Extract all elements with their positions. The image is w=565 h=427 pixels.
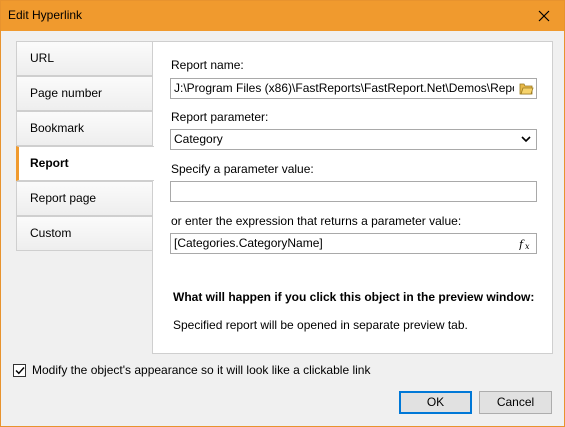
- tab-report-page[interactable]: Report page: [16, 181, 153, 216]
- cancel-button[interactable]: Cancel: [479, 391, 552, 414]
- report-parameter-label: Report parameter:: [171, 110, 269, 124]
- tab-url[interactable]: URL: [16, 41, 153, 76]
- info-text: Specified report will be opened in separ…: [173, 318, 468, 332]
- function-icon: f x: [519, 238, 530, 250]
- window-title: Edit Hyperlink: [8, 8, 83, 22]
- browse-folder-button[interactable]: [517, 80, 535, 97]
- modify-appearance-label: Modify the object's appearance so it wil…: [32, 363, 371, 377]
- report-tab-panel: Report name: J:\Program Files (x86)\Fast…: [152, 41, 553, 354]
- close-button[interactable]: [524, 1, 564, 31]
- tab-custom[interactable]: Custom: [16, 216, 153, 251]
- parameter-value-label: Specify a parameter value:: [171, 162, 314, 176]
- report-parameter-value: Category: [174, 132, 223, 146]
- report-name-field[interactable]: J:\Program Files (x86)\FastReports\FastR…: [170, 78, 537, 99]
- report-parameter-select[interactable]: Category: [170, 129, 537, 150]
- checkmark-icon: [15, 366, 25, 374]
- tab-report[interactable]: Report: [16, 146, 154, 181]
- edit-hyperlink-dialog: Edit Hyperlink URL Page number Bookmark …: [0, 0, 565, 427]
- report-name-label: Report name:: [171, 58, 244, 72]
- close-icon: [538, 10, 550, 22]
- parameter-value-input[interactable]: [170, 181, 537, 202]
- ok-button[interactable]: OK: [399, 391, 472, 414]
- modify-appearance-checkbox[interactable]: [13, 363, 26, 377]
- expression-value: [Categories.CategoryName]: [174, 236, 323, 250]
- report-name-value: J:\Program Files (x86)\FastReports\FastR…: [174, 81, 514, 95]
- modify-appearance-option[interactable]: Modify the object's appearance so it wil…: [13, 363, 370, 377]
- expression-label: or enter the expression that returns a p…: [171, 214, 462, 228]
- tab-page-number[interactable]: Page number: [16, 76, 153, 111]
- dropdown-button[interactable]: [517, 131, 535, 148]
- tab-bookmark[interactable]: Bookmark: [16, 111, 153, 146]
- expression-input[interactable]: [Categories.CategoryName] f x: [170, 233, 537, 254]
- info-heading: What will happen if you click this objec…: [173, 290, 535, 304]
- chevron-down-icon: [521, 136, 531, 143]
- folder-icon: [519, 83, 534, 95]
- expression-editor-button[interactable]: f x: [517, 235, 535, 252]
- svg-text:x: x: [525, 242, 530, 250]
- title-bar: Edit Hyperlink: [1, 1, 564, 31]
